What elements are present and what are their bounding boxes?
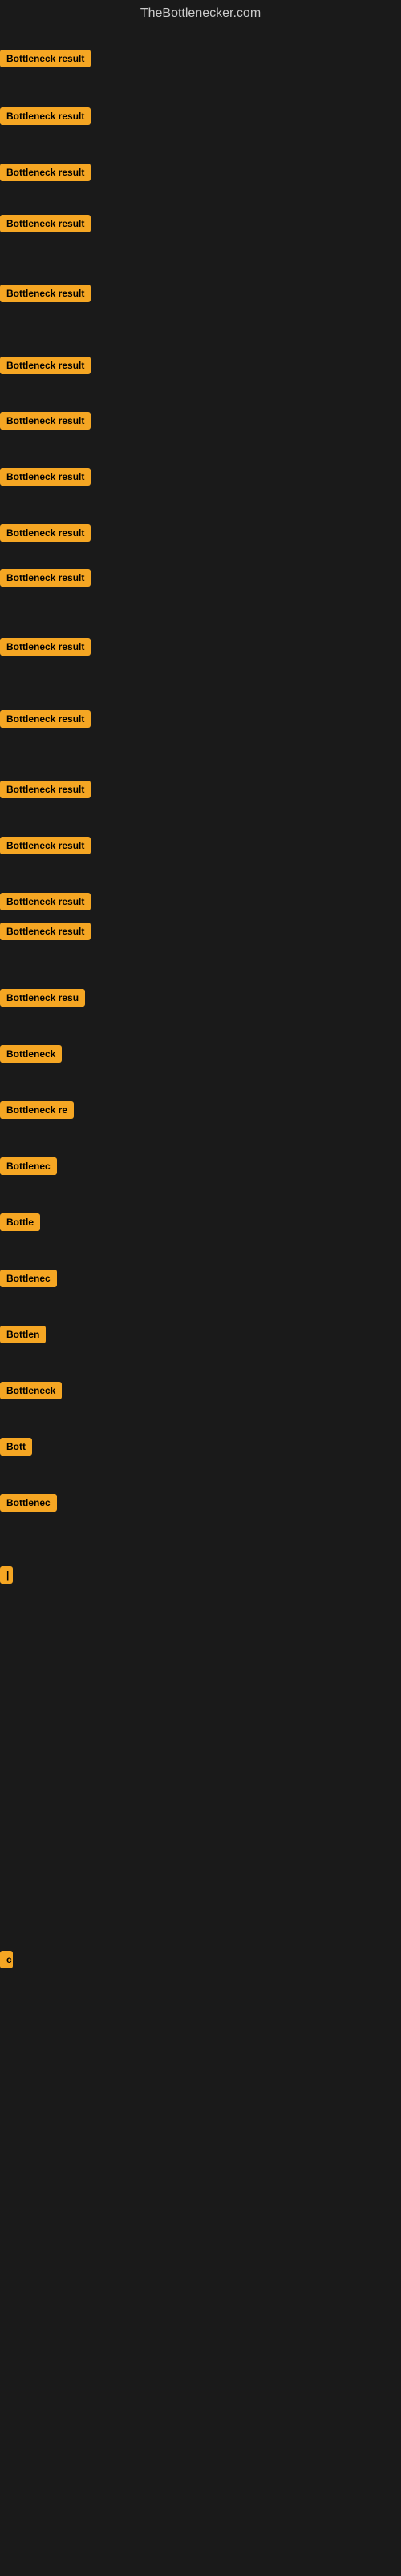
bottleneck-badge[interactable]: Bottlen	[0, 1326, 46, 1343]
bottleneck-badge[interactable]: Bottleneck result	[0, 893, 91, 910]
bottleneck-badge[interactable]: Bott	[0, 1438, 32, 1456]
bottleneck-result-row: Bottleneck result	[0, 524, 91, 546]
bottleneck-badge[interactable]: Bottleneck result	[0, 710, 91, 728]
bottleneck-badge[interactable]: Bottleneck result	[0, 524, 91, 542]
bottleneck-badge[interactable]: Bottlenec	[0, 1494, 57, 1512]
bottleneck-result-row: Bott	[0, 1438, 32, 1460]
bottleneck-badge[interactable]: Bottleneck resu	[0, 989, 85, 1007]
bottleneck-badge[interactable]: Bottlenec	[0, 1157, 57, 1175]
bottleneck-result-row: Bottleneck result	[0, 781, 91, 802]
bottleneck-badge[interactable]: Bottleneck	[0, 1045, 62, 1063]
bottleneck-result-row: Bottleneck result	[0, 412, 91, 434]
bottleneck-result-row: Bottleneck result	[0, 107, 91, 129]
bottleneck-result-row: |	[0, 1566, 13, 1588]
bottleneck-result-row: Bottleneck result	[0, 50, 91, 71]
bottleneck-badge[interactable]: |	[0, 1566, 13, 1584]
bottleneck-result-row: Bottleneck result	[0, 357, 91, 378]
bottleneck-badge[interactable]: Bottleneck result	[0, 412, 91, 430]
bottleneck-result-row: Bottlenec	[0, 1157, 57, 1179]
bottleneck-badge[interactable]: Bottleneck result	[0, 468, 91, 486]
bottleneck-badge[interactable]: Bottleneck result	[0, 923, 91, 940]
bottleneck-badge[interactable]: Bottleneck result	[0, 357, 91, 374]
bottleneck-badge[interactable]: Bottleneck re	[0, 1101, 74, 1119]
bottleneck-badge[interactable]: Bottle	[0, 1213, 40, 1231]
bottleneck-badge[interactable]: Bottleneck result	[0, 569, 91, 587]
bottleneck-result-row: Bottleneck result	[0, 638, 91, 660]
bottleneck-result-row: Bottleneck result	[0, 215, 91, 236]
bottleneck-result-row: Bottlenec	[0, 1494, 57, 1516]
bottleneck-result-row: Bottlen	[0, 1326, 46, 1347]
bottleneck-badge[interactable]: Bottleneck result	[0, 164, 91, 181]
bottleneck-badge[interactable]: Bottleneck result	[0, 638, 91, 656]
bottleneck-result-row: c	[0, 1951, 13, 1972]
bottleneck-badge[interactable]: Bottleneck result	[0, 781, 91, 798]
bottleneck-badge[interactable]: Bottleneck result	[0, 50, 91, 67]
bottleneck-result-row: Bottleneck	[0, 1045, 62, 1067]
bottleneck-result-row: Bottleneck result	[0, 285, 91, 306]
bottleneck-result-row: Bottleneck result	[0, 893, 91, 915]
site-title: TheBottlenecker.com	[0, 0, 401, 27]
bottleneck-result-row: Bottleneck result	[0, 468, 91, 490]
bottleneck-badge[interactable]: c	[0, 1951, 13, 1968]
bottleneck-result-row: Bottleneck result	[0, 569, 91, 591]
bottleneck-badge[interactable]: Bottleneck	[0, 1382, 62, 1399]
bottleneck-result-row: Bottleneck result	[0, 837, 91, 858]
bottleneck-result-row: Bottleneck re	[0, 1101, 74, 1123]
bottleneck-result-row: Bottleneck result	[0, 164, 91, 185]
bottleneck-badge[interactable]: Bottleneck result	[0, 285, 91, 302]
bottleneck-result-row: Bottleneck resu	[0, 989, 85, 1011]
bottleneck-result-row: Bottle	[0, 1213, 40, 1235]
bottleneck-badge[interactable]: Bottleneck result	[0, 215, 91, 232]
bottleneck-result-row: Bottleneck	[0, 1382, 62, 1403]
bottleneck-result-row: Bottleneck result	[0, 923, 91, 944]
bottleneck-result-row: Bottlenec	[0, 1270, 57, 1291]
bottleneck-result-row: Bottleneck result	[0, 710, 91, 732]
bottleneck-badge[interactable]: Bottleneck result	[0, 107, 91, 125]
bottleneck-badge[interactable]: Bottlenec	[0, 1270, 57, 1287]
bottleneck-badge[interactable]: Bottleneck result	[0, 837, 91, 854]
